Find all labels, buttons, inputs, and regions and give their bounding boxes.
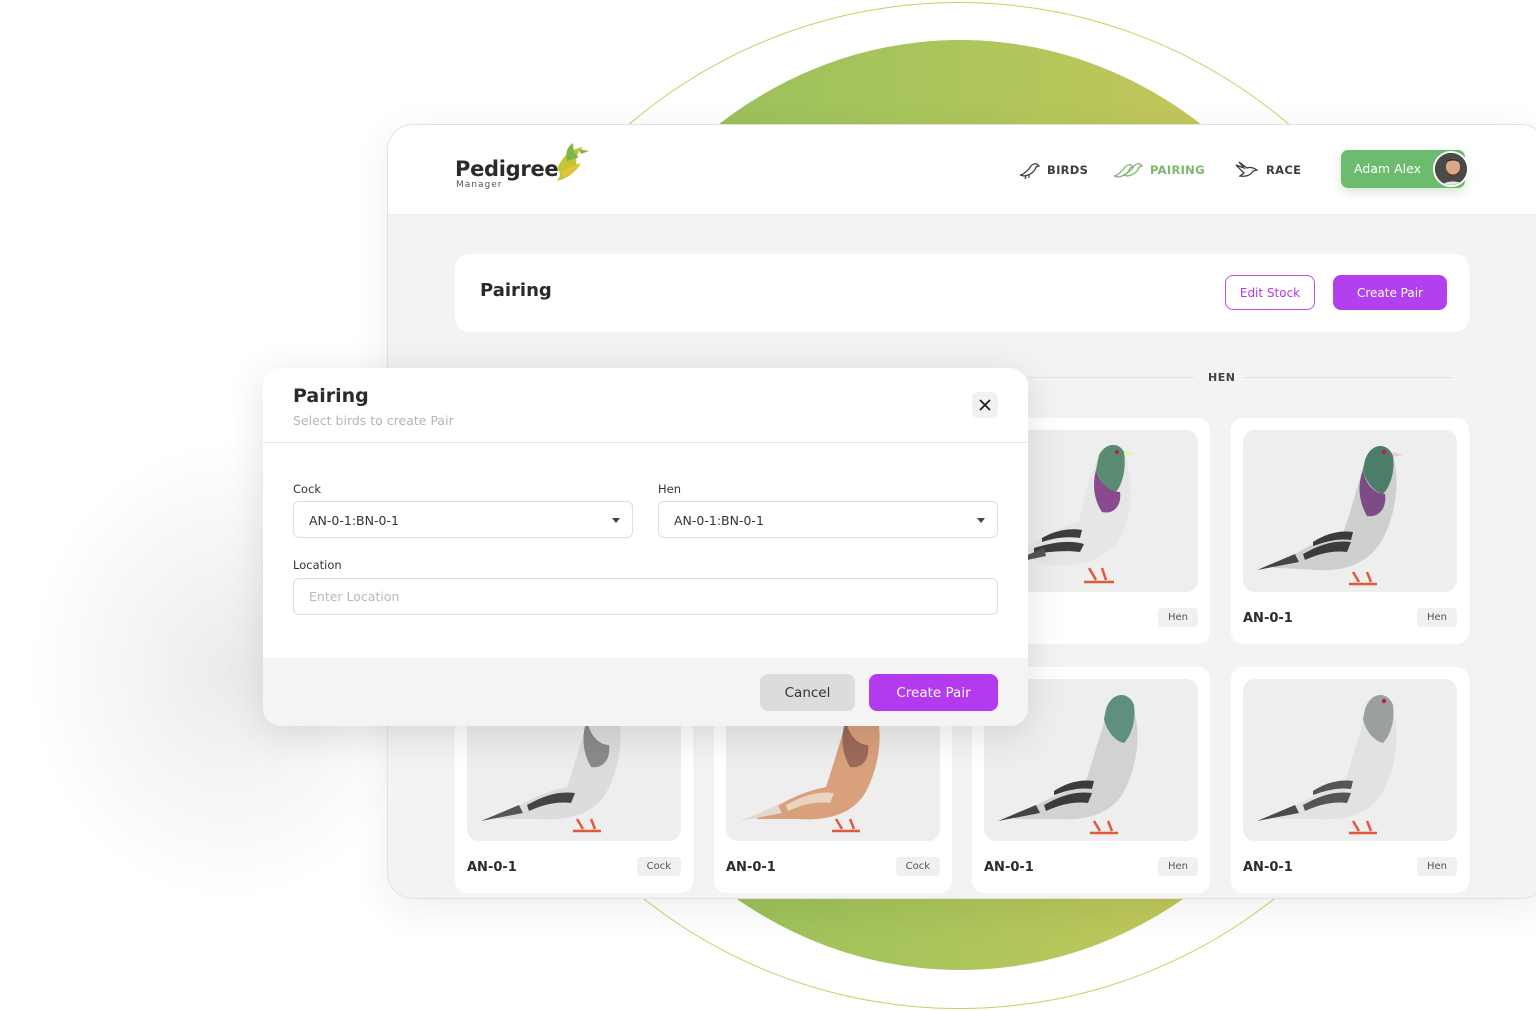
bird-sex-tag: Cock [895, 857, 940, 876]
nav-pairing[interactable]: PAIRING [1113, 157, 1205, 183]
modal-divider [263, 442, 1028, 443]
user-menu[interactable]: Adam Alex [1341, 150, 1469, 188]
bird-sex-tag: Hen [1416, 857, 1457, 876]
create-pair-button[interactable]: Create Pair [1333, 275, 1447, 310]
bird-card[interactable]: AN-0-1 Hen [1231, 418, 1469, 644]
hen-label: Hen [658, 482, 682, 496]
hen-section-label: HEN [1208, 371, 1236, 384]
bird-icon [1019, 163, 1040, 179]
nav-birds[interactable]: BIRDS [1018, 157, 1088, 183]
modal-footer: Cancel Create Pair [263, 658, 1028, 726]
chevron-down-icon [977, 518, 985, 523]
section-divider [1243, 377, 1453, 378]
bird-sex-tag: Cock [636, 857, 681, 876]
bird-id: AN-0-1 [467, 860, 517, 875]
location-label: Location [293, 558, 342, 572]
user-name: Adam Alex [1354, 161, 1421, 176]
pigeon-image [1257, 694, 1397, 835]
location-input[interactable] [293, 578, 998, 615]
hen-select[interactable]: AN-0-1:BN-0-1 [658, 501, 998, 538]
nav-birds-label: BIRDS [1047, 163, 1089, 177]
modal-subtitle: Select birds to create Pair [293, 413, 454, 428]
pairing-modal: Pairing Select birds to create Pair Cock… [263, 368, 1028, 726]
screen: Pedigree Manager BIRDS PAIRING RACE Adam… [0, 0, 1536, 1011]
flying-bird-icon [1235, 161, 1259, 177]
bird-card[interactable]: AN-0-1 Hen [1231, 667, 1469, 893]
chevron-down-icon [612, 518, 620, 523]
pigeon-image [1257, 445, 1403, 586]
nav-pairing-label: PAIRING [1150, 163, 1205, 177]
top-bar: Pedigree Manager BIRDS PAIRING RACE Adam… [388, 125, 1536, 215]
bird-id: AN-0-1 [726, 860, 776, 875]
nav-race-label: RACE [1266, 163, 1302, 177]
bird-sex-tag: Hen [1157, 608, 1198, 627]
create-pair-submit-button[interactable]: Create Pair [869, 674, 998, 711]
edit-stock-button[interactable]: Edit Stock [1225, 275, 1315, 310]
section-divider [1028, 377, 1194, 378]
cancel-button[interactable]: Cancel [760, 674, 855, 711]
cock-select-value: AN-0-1:BN-0-1 [309, 513, 399, 528]
page-header-card: Pairing Edit Stock Create Pair [455, 254, 1469, 332]
logo-wordmark: Pedigree [455, 157, 559, 181]
hummingbird-logo-icon [557, 143, 589, 181]
bird-id: AN-0-1 [1243, 611, 1293, 626]
bird-pair-icon [1113, 163, 1143, 178]
app-logo[interactable]: Pedigree Manager [455, 143, 605, 195]
bird-photo [1243, 430, 1457, 592]
cock-label: Cock [293, 482, 322, 496]
bird-id: AN-0-1 [984, 860, 1034, 875]
avatar [1433, 151, 1469, 187]
page-title: Pairing [480, 280, 552, 301]
bird-photo [1243, 679, 1457, 841]
bird-id: AN-0-1 [1243, 860, 1293, 875]
close-button[interactable] [972, 392, 998, 418]
hen-select-value: AN-0-1:BN-0-1 [674, 513, 764, 528]
close-icon [979, 399, 991, 411]
avatar-image [1435, 153, 1467, 185]
logo-subtitle: Manager [456, 180, 503, 190]
bird-sex-tag: Hen [1157, 857, 1198, 876]
cock-select[interactable]: AN-0-1:BN-0-1 [293, 501, 633, 538]
bird-sex-tag: Hen [1416, 608, 1457, 627]
modal-title: Pairing [293, 385, 369, 407]
nav-race[interactable]: RACE [1235, 157, 1301, 183]
